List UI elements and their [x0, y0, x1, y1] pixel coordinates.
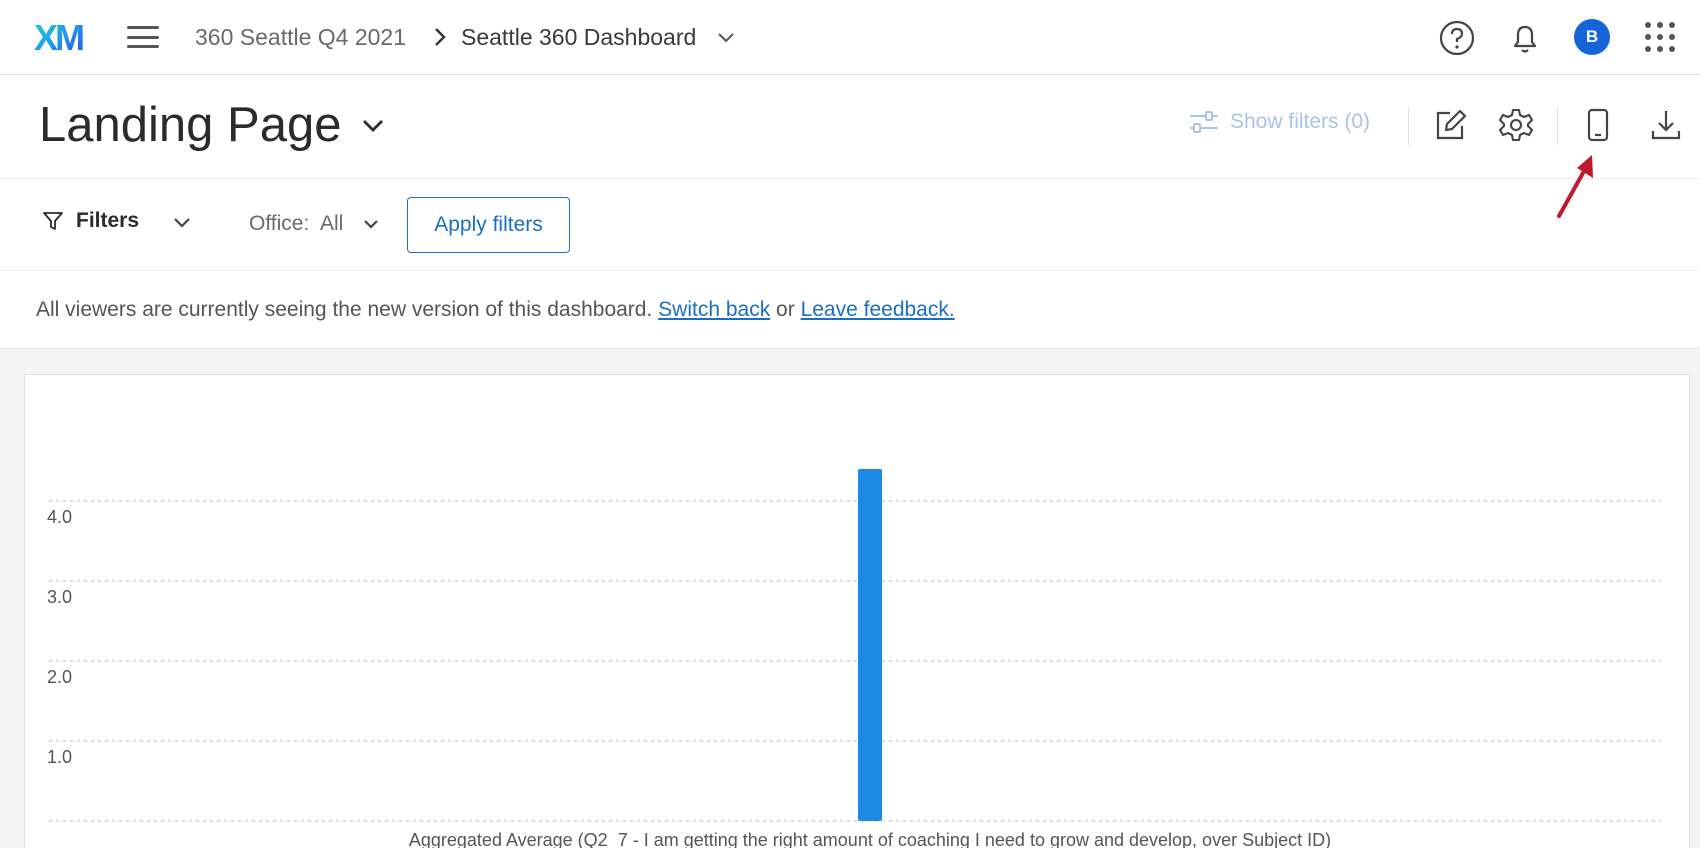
download-icon[interactable]: [1648, 107, 1684, 143]
x-axis-label: Aggregated Average (Q2_7 - I am getting …: [409, 830, 1331, 848]
divider: [1557, 107, 1558, 145]
y-tick-label: 3.0: [47, 587, 72, 607]
page-select-chevron-icon[interactable]: [360, 115, 386, 135]
leave-feedback-link[interactable]: Leave feedback.: [801, 298, 955, 321]
filters-toggle[interactable]: Filters: [42, 209, 139, 233]
divider: [1408, 107, 1409, 145]
apps-grid-icon[interactable]: [1645, 22, 1675, 52]
office-filter-label: Office:: [249, 212, 310, 235]
avatar[interactable]: B: [1574, 19, 1610, 55]
bell-icon[interactable]: [1506, 19, 1544, 57]
sliders-icon: [1190, 111, 1218, 133]
annotation-arrow-icon: [1557, 155, 1593, 218]
filter-icon: [43, 212, 63, 230]
show-filters-label: Show filters (0): [1230, 110, 1371, 133]
gear-icon[interactable]: [1498, 107, 1534, 143]
xm-logo[interactable]: XM: [34, 18, 94, 56]
svg-text:XM: XM: [34, 18, 83, 56]
chevron-down-icon[interactable]: [172, 215, 192, 231]
top-navigation-bar: XM 360 Seattle Q4 2021 Seattle 360 Dashb…: [0, 0, 1700, 75]
y-tick-label: 4.0: [47, 507, 72, 527]
y-tick-label: 1.0: [47, 747, 72, 767]
y-tick-label: 2.0: [47, 667, 72, 687]
bar-0: [858, 469, 882, 821]
office-filter-value[interactable]: All: [320, 212, 343, 236]
chevron-right-icon: [435, 28, 446, 46]
version-notice: All viewers are currently seeing the new…: [0, 271, 1700, 349]
menu-icon[interactable]: [127, 24, 159, 50]
filters-label: Filters: [76, 209, 140, 232]
breadcrumb-dashboard[interactable]: Seattle 360 Dashboard: [461, 24, 696, 51]
notice-message: All viewers are currently seeing the new…: [36, 298, 653, 321]
apply-filters-button[interactable]: Apply filters: [407, 197, 570, 253]
breadcrumb-project[interactable]: 360 Seattle Q4 2021: [195, 24, 406, 51]
chevron-down-icon[interactable]: [716, 28, 736, 46]
mobile-icon[interactable]: [1580, 107, 1616, 143]
chart-widget: 1.0 2.0 3.0 4.0 Aggregated Average (Q2_7 - I…: [24, 374, 1690, 848]
filter-bar: Filters Office: All Apply filters: [0, 179, 1700, 271]
help-icon[interactable]: [1438, 19, 1476, 57]
page-title: Landing Page: [39, 98, 342, 152]
show-filters-button[interactable]: Show filters (0): [1188, 105, 1370, 139]
chevron-down-icon[interactable]: [362, 217, 380, 232]
switch-back-link[interactable]: Switch back: [658, 298, 770, 321]
bar-chart: 1.0 2.0 3.0 4.0 Aggregated Average (Q2_7 - I…: [47, 469, 1661, 848]
edit-icon[interactable]: [1432, 107, 1468, 143]
notice-or: or: [776, 298, 795, 321]
page-header: Landing Page Show filters (0): [0, 75, 1700, 179]
notice-text: All viewers are currently seeing the new…: [36, 298, 955, 322]
